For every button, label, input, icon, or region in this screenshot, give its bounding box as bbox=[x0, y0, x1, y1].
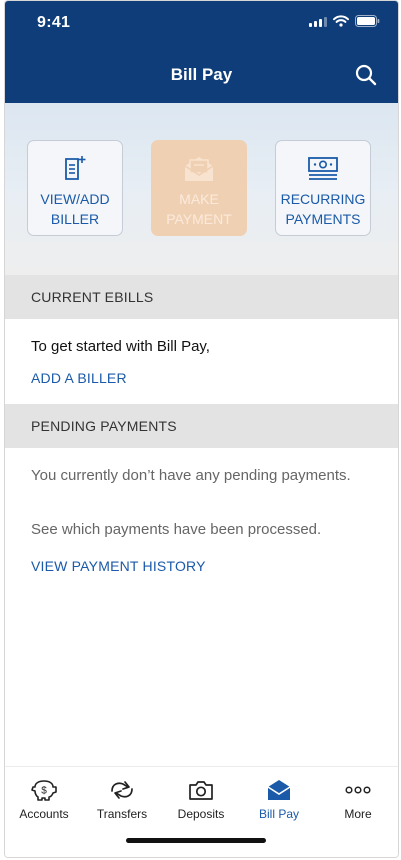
more-dots-icon bbox=[345, 786, 371, 794]
view-payment-history-link[interactable]: VIEW PAYMENT HISTORY bbox=[31, 558, 206, 574]
pending-payments-header: PENDING PAYMENTS bbox=[5, 404, 398, 448]
tab-transfers[interactable]: Transfers bbox=[83, 777, 161, 821]
transfer-arrows-icon bbox=[111, 781, 133, 799]
payments-processed-text: See which payments have been processed. bbox=[31, 521, 322, 538]
battery-icon bbox=[355, 15, 380, 27]
make-payment-label-line1: MAKE bbox=[179, 191, 219, 207]
make-payment-button[interactable]: MAKE PAYMENT bbox=[151, 140, 247, 236]
add-biller-link[interactable]: ADD A BILLER bbox=[31, 370, 127, 386]
tab-deposits[interactable]: Deposits bbox=[162, 777, 240, 821]
tab-bill-pay-label: Bill Pay bbox=[258, 807, 299, 821]
svg-text:$: $ bbox=[41, 786, 47, 797]
make-payment-label-line2: PAYMENT bbox=[166, 211, 232, 227]
page-title: Bill Pay bbox=[170, 65, 233, 84]
tab-accounts[interactable]: $ Accounts bbox=[5, 777, 83, 821]
tab-more[interactable]: More bbox=[319, 777, 397, 821]
ebills-intro-text: To get started with Bill Pay, bbox=[31, 338, 210, 355]
piggy-bank-dollar-icon: $ bbox=[31, 780, 57, 801]
status-time: 9:41 bbox=[37, 14, 71, 31]
currency-note-icon bbox=[308, 157, 338, 180]
envelope-open-icon bbox=[267, 780, 291, 800]
cellular-signal-icon bbox=[309, 16, 327, 27]
tab-transfers-label: Transfers bbox=[96, 807, 148, 821]
recurring-payments-label-line1: RECURRING bbox=[280, 191, 366, 207]
recurring-payments-button[interactable]: RECURRING PAYMENTS bbox=[275, 140, 371, 236]
home-indicator[interactable] bbox=[126, 838, 266, 843]
recurring-payments-label-line2: PAYMENTS bbox=[285, 211, 361, 227]
camera-icon bbox=[189, 781, 213, 800]
phone-frame: 9:41 Bill Pay VIEW/ADD BILLER MAKE PAYME… bbox=[4, 0, 399, 858]
document-add-icon bbox=[65, 156, 86, 180]
envelope-open-icon bbox=[184, 157, 214, 181]
view-add-biller-label-line1: VIEW/ADD bbox=[40, 191, 110, 207]
app-header: 9:41 Bill Pay bbox=[5, 1, 398, 103]
view-add-biller-label-line2: BILLER bbox=[50, 211, 100, 227]
status-icons bbox=[309, 15, 380, 27]
tab-deposits-label: Deposits bbox=[177, 807, 225, 821]
quick-actions-panel: VIEW/ADD BILLER MAKE PAYMENT RECURRING P… bbox=[5, 103, 398, 275]
current-ebills-header: CURRENT EBILLS bbox=[5, 275, 398, 319]
tab-bill-pay[interactable]: Bill Pay bbox=[240, 777, 318, 821]
wifi-icon bbox=[333, 15, 349, 27]
no-pending-payments-text: You currently don’t have any pending pay… bbox=[31, 467, 351, 484]
tab-accounts-label: Accounts bbox=[19, 807, 69, 821]
bottom-tab-bar: $ Accounts Transfers Deposits Bill Pay M… bbox=[5, 766, 398, 857]
tab-more-label: More bbox=[344, 807, 372, 821]
view-add-biller-button[interactable]: VIEW/ADD BILLER bbox=[27, 140, 123, 236]
search-icon[interactable] bbox=[354, 63, 378, 87]
